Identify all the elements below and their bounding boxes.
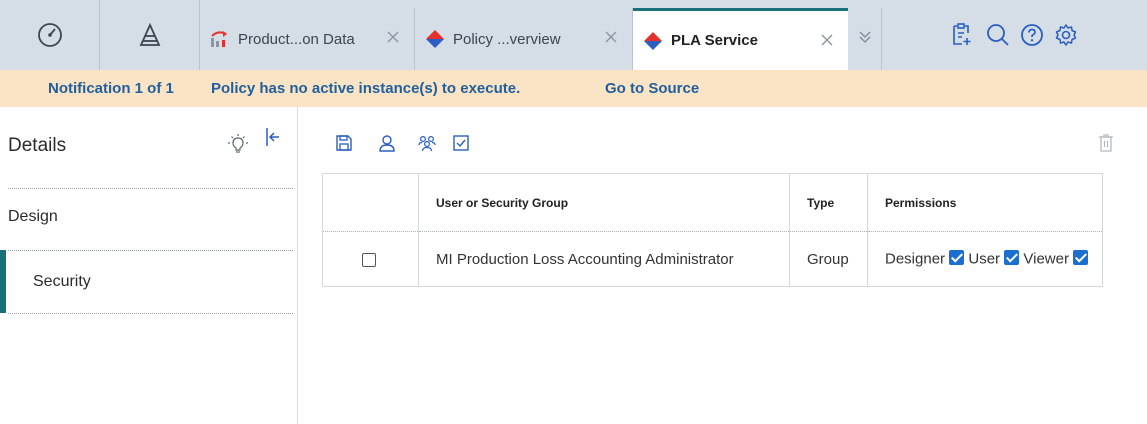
lightbulb-icon[interactable] [227, 133, 249, 160]
sidebar-item-security[interactable]: Security [0, 250, 293, 313]
column-header-select [322, 173, 419, 232]
row-select-checkbox[interactable] [362, 252, 376, 267]
divider [8, 313, 293, 314]
add-user-icon[interactable] [376, 132, 398, 154]
user-group-name: MI Production Loss Accounting Administra… [418, 231, 790, 287]
settings-gear-icon[interactable] [1053, 22, 1079, 48]
dashboard-button[interactable] [0, 0, 100, 70]
permission-designer-label: Designer [885, 250, 946, 268]
hierarchy-button[interactable] [100, 0, 200, 70]
notification-bar: Notification 1 of 1 Policy has no active… [0, 70, 1147, 107]
notification-counter: Notification 1 of 1 [48, 80, 174, 97]
row-select-cell [322, 231, 419, 287]
help-icon[interactable] [1019, 22, 1045, 48]
sidebar-item-label: Design [8, 208, 58, 225]
check-permissions-icon[interactable] [450, 132, 472, 154]
tab-label: PLA Service [671, 32, 758, 49]
search-icon[interactable] [985, 22, 1011, 48]
close-icon[interactable] [604, 30, 618, 44]
permission-user-label: User [968, 250, 1001, 268]
details-sidebar: Details Design Security [0, 107, 298, 424]
security-grid: User or Security Group Type Permissions … [322, 173, 1103, 287]
column-header-user[interactable]: User or Security Group [418, 173, 790, 232]
close-icon[interactable] [386, 30, 400, 44]
tab-overflow-button[interactable] [848, 8, 882, 70]
dashboard-icon [37, 22, 63, 48]
add-group-icon[interactable] [416, 132, 438, 154]
permission-designer-checkbox[interactable] [949, 250, 965, 266]
save-icon[interactable] [333, 132, 355, 154]
permission-viewer-label: Viewer [1023, 250, 1069, 268]
permission-viewer-checkbox[interactable] [1073, 250, 1089, 266]
collapse-panel-icon[interactable] [266, 127, 280, 152]
sidebar-item-design[interactable]: Design [0, 189, 293, 245]
policy-diamond-icon [425, 29, 445, 49]
sidebar-title: Details [8, 135, 67, 156]
notification-message: Policy has no active instance(s) to exec… [211, 80, 521, 97]
go-to-source-link[interactable]: Go to Source [605, 80, 699, 97]
table-row: MI Production Loss Accounting Administra… [322, 231, 1103, 287]
hierarchy-icon [139, 23, 161, 47]
production-chart-icon [210, 29, 230, 49]
new-document-icon[interactable] [948, 22, 974, 48]
permissions-cell: Designer User Viewer [868, 232, 1103, 287]
double-chevron-down-icon [858, 30, 872, 49]
table-header-row: User or Security Group Type Permissions [322, 173, 1103, 232]
permission-user-checkbox[interactable] [1004, 250, 1020, 266]
tab-label: Policy ...verview [453, 30, 561, 48]
policy-diamond-icon [643, 31, 663, 51]
top-bar: Product...on Data Policy ...verview PLA … [0, 0, 1147, 70]
close-icon[interactable] [820, 33, 834, 47]
tab-label: Product...on Data [238, 30, 355, 48]
tab-pla-service[interactable]: PLA Service [633, 8, 848, 70]
sidebar-item-label: Security [33, 272, 91, 290]
tab-policy-overview[interactable]: Policy ...verview [415, 8, 633, 70]
delete-icon[interactable] [1095, 132, 1117, 154]
tab-production-data[interactable]: Product...on Data [200, 8, 415, 70]
type-cell: Group [789, 231, 868, 287]
column-header-permissions[interactable]: Permissions [867, 173, 1103, 232]
column-header-type[interactable]: Type [789, 173, 868, 232]
